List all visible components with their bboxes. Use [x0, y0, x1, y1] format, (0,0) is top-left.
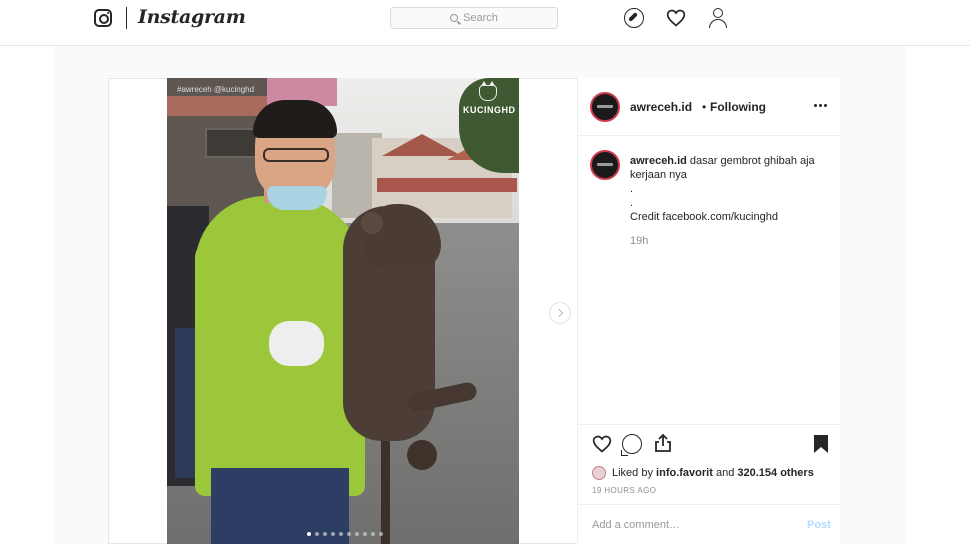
carousel-dot — [315, 532, 319, 536]
instagram-glyph-icon[interactable] — [94, 9, 112, 27]
following-button[interactable]: Following — [710, 100, 766, 114]
carousel-dot — [331, 532, 335, 536]
carousel-dot — [339, 532, 343, 536]
likes-prefix: Liked by — [612, 467, 653, 479]
share-icon[interactable] — [654, 433, 672, 453]
likes-summary: Liked by info.favorit and 320.154 others — [592, 466, 832, 480]
carousel-dot — [371, 532, 375, 536]
carousel-dot — [379, 532, 383, 536]
carousel-dot — [323, 532, 327, 536]
carousel-dot — [347, 532, 351, 536]
nav-divider — [126, 7, 127, 29]
caption: awreceh.id dasar gembrot ghibah aja kerj… — [630, 154, 830, 248]
add-comment-bar: Post — [578, 504, 841, 544]
carousel-dot — [363, 532, 367, 536]
like-heart-icon[interactable] — [592, 434, 612, 454]
instagram-wordmark[interactable]: Instagram — [138, 6, 246, 28]
profile-icon[interactable] — [708, 8, 728, 28]
carousel-dot — [307, 532, 311, 536]
likes-others-link[interactable]: 320.154 others — [737, 467, 813, 479]
bookmark-icon[interactable] — [813, 434, 829, 454]
photo-watermark-right: KUCINGHD — [463, 105, 516, 115]
more-options-icon[interactable] — [814, 104, 827, 107]
likes-and: and — [715, 467, 735, 479]
compass-icon[interactable] — [624, 8, 644, 28]
caption-dot-1: . — [630, 183, 634, 195]
search-input[interactable]: Search — [390, 7, 558, 29]
search-icon — [450, 14, 459, 22]
caption-username[interactable]: awreceh.id — [630, 155, 687, 167]
header-separator: • — [702, 100, 707, 114]
avatar[interactable] — [590, 92, 620, 122]
heart-icon[interactable] — [666, 8, 686, 28]
carousel-dot — [355, 532, 359, 536]
caption-time: 19h — [630, 235, 649, 247]
liker-username[interactable]: info.favorit — [656, 467, 713, 479]
photo-watermark-left: #awreceh @kucinghd — [177, 85, 255, 94]
action-bar — [578, 424, 841, 464]
post-header: awreceh.id • Following — [578, 78, 841, 136]
cat-logo-icon — [479, 81, 497, 101]
add-comment-input[interactable] — [592, 519, 792, 531]
top-nav: Instagram Search — [0, 0, 970, 46]
search-placeholder: Search — [463, 12, 498, 24]
comment-bubble-icon[interactable] — [621, 434, 642, 456]
post-photo[interactable]: #awreceh @kucinghd KUCINGHD — [167, 78, 519, 544]
caption-credit: Credit facebook.com/kucinghd — [630, 211, 778, 223]
post-comment-button[interactable]: Post — [807, 519, 831, 531]
post-timestamp: 19 HOURS AGO — [592, 486, 657, 495]
next-arrow-icon[interactable] — [549, 302, 571, 324]
caption-avatar[interactable] — [590, 150, 620, 180]
post-side-panel: awreceh.id • Following awreceh.id dasar … — [577, 78, 841, 544]
carousel-dots — [307, 532, 383, 536]
post-username[interactable]: awreceh.id — [630, 100, 692, 114]
caption-dot-2: . — [630, 197, 634, 209]
liker-avatar[interactable] — [592, 466, 606, 480]
